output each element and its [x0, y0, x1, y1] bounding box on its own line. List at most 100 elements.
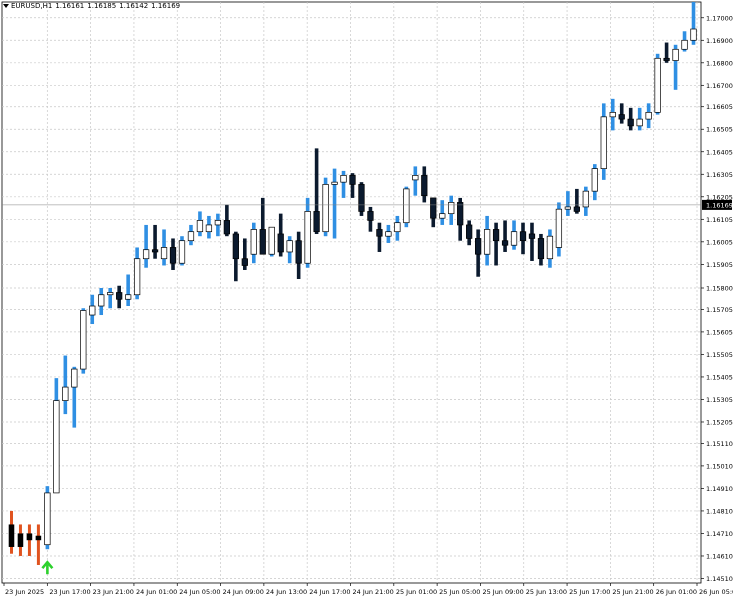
candle-body	[331, 181, 338, 185]
price-axis-label: 1.14910	[706, 485, 733, 493]
time-axis-label: 25 Jun 21:00	[612, 588, 653, 596]
price-axis-label: 1.17000	[706, 14, 733, 22]
time-axis-label: 24 Jun 17:00	[309, 588, 350, 596]
time-axis-label: 26 Jun 01:00	[656, 588, 697, 596]
candle-body	[492, 229, 500, 242]
candle-body	[564, 206, 572, 210]
price-axis-label: 1.15110	[706, 440, 733, 448]
candle-body	[573, 206, 580, 212]
price-axis-label: 1.14510	[706, 575, 733, 583]
candle-body	[672, 48, 679, 61]
price-axis-label: 1.16105	[706, 216, 733, 224]
candle-body	[71, 368, 78, 388]
candle-body	[439, 213, 446, 219]
price-axis-label: 1.15705	[706, 306, 733, 314]
time-axis-label: 23 Jun 21:00	[93, 588, 134, 596]
candle-body	[151, 249, 159, 253]
time-axis-label: 24 Jun 09:00	[223, 588, 264, 596]
chart-window[interactable]: 1.17000 1.16900 1.16800 1.16700 1.16605 1.165…	[0, 0, 733, 600]
dropdown-triangle-icon[interactable]	[3, 4, 9, 8]
price-axis-label: 1.16405	[706, 148, 733, 156]
candle-body	[475, 238, 482, 255]
candle-body	[627, 118, 634, 127]
candle-body	[385, 231, 392, 237]
candle-body	[681, 39, 688, 50]
candle-body	[645, 111, 652, 120]
candle-body	[358, 184, 365, 212]
current-price-label: 1.16169	[706, 201, 733, 209]
candle-body	[133, 258, 141, 296]
candle-body	[582, 190, 589, 208]
candle-body	[187, 231, 195, 242]
close-value: 1.16169	[151, 2, 181, 10]
candle-body	[295, 240, 302, 264]
time-axis-label: 25 Jun 01:00	[396, 588, 437, 596]
candle-body	[430, 197, 437, 219]
candle-body	[654, 57, 661, 113]
price-axis-label: 1.16605	[706, 103, 733, 111]
candle-body	[376, 229, 383, 237]
candle-body	[53, 400, 60, 494]
candle-body	[268, 226, 275, 255]
candle-body	[394, 222, 401, 233]
price-axis-label: 1.15205	[706, 418, 733, 426]
candle-body	[259, 229, 266, 255]
candle-body	[214, 220, 222, 226]
candle-body	[304, 211, 311, 264]
price-axis-label: 1.14610	[706, 552, 733, 560]
low-value: 1.16142	[119, 2, 149, 10]
price-axis-label: 1.15305	[706, 396, 733, 404]
price-axis-label: 1.16900	[706, 37, 733, 45]
candle-body	[466, 224, 473, 239]
price-axis-label: 1.14810	[706, 507, 733, 515]
candle-body	[178, 240, 186, 264]
price-axis-label: 1.15605	[706, 328, 733, 336]
symbol-label: EURUSD,H1	[11, 2, 53, 10]
price-axis-label: 1.15800	[706, 284, 733, 292]
time-axis-label: 24 Jun 01:00	[136, 588, 177, 596]
candle-body	[421, 175, 428, 197]
candle-body	[412, 175, 419, 181]
candle-body	[555, 208, 563, 248]
candle-body	[519, 231, 527, 242]
candle-body	[80, 310, 87, 370]
candle-body	[62, 386, 69, 401]
candle-body	[8, 524, 15, 547]
candle-body	[169, 247, 177, 264]
time-axis-label: 26 Jun 05:00	[699, 588, 733, 596]
price-axis-label: 1.16305	[706, 171, 733, 179]
time-axis-label: 25 Jun 17:00	[569, 588, 610, 596]
time-axis-label: 25 Jun 09:00	[482, 588, 523, 596]
candle-body	[591, 168, 598, 192]
price-axis-label: 1.16005	[706, 238, 733, 246]
candle-body	[457, 202, 464, 226]
price-chart[interactable]: 1.17000 1.16900 1.16800 1.16700 1.16605 1.165…	[0, 0, 733, 600]
time-axis-label: 23 Jun 2025	[5, 588, 44, 596]
candle-body	[277, 233, 284, 253]
candle-body	[160, 247, 168, 260]
candle-body	[116, 292, 123, 300]
time-axis-label: 24 Jun 05:00	[179, 588, 220, 596]
candle-body	[636, 118, 643, 127]
candle-body	[663, 57, 670, 61]
price-axis-label: 1.14710	[706, 530, 733, 538]
plot-area[interactable]	[1, 1, 702, 584]
time-axis-label: 25 Jun 05:00	[439, 588, 480, 596]
price-axis-label: 1.16800	[706, 59, 733, 67]
candle-body	[98, 294, 105, 307]
open-value: 1.16161	[55, 2, 85, 10]
candle-body	[609, 111, 616, 118]
candle-body	[367, 211, 374, 221]
candle-body	[528, 233, 536, 239]
candle-body	[89, 305, 96, 316]
time-axis-label: 23 Jun 17:00	[49, 588, 90, 596]
candle-body	[510, 231, 518, 246]
time-axis-label: 25 Jun 13:00	[526, 588, 567, 596]
candle-body	[232, 233, 239, 260]
candle-body	[250, 229, 257, 255]
time-axis-label: 24 Jun 13:00	[266, 588, 307, 596]
candle-body	[313, 211, 320, 233]
candle-body	[448, 202, 455, 215]
price-axis-label: 1.16700	[706, 82, 733, 90]
price-axis-label: 1.16505	[706, 126, 733, 134]
